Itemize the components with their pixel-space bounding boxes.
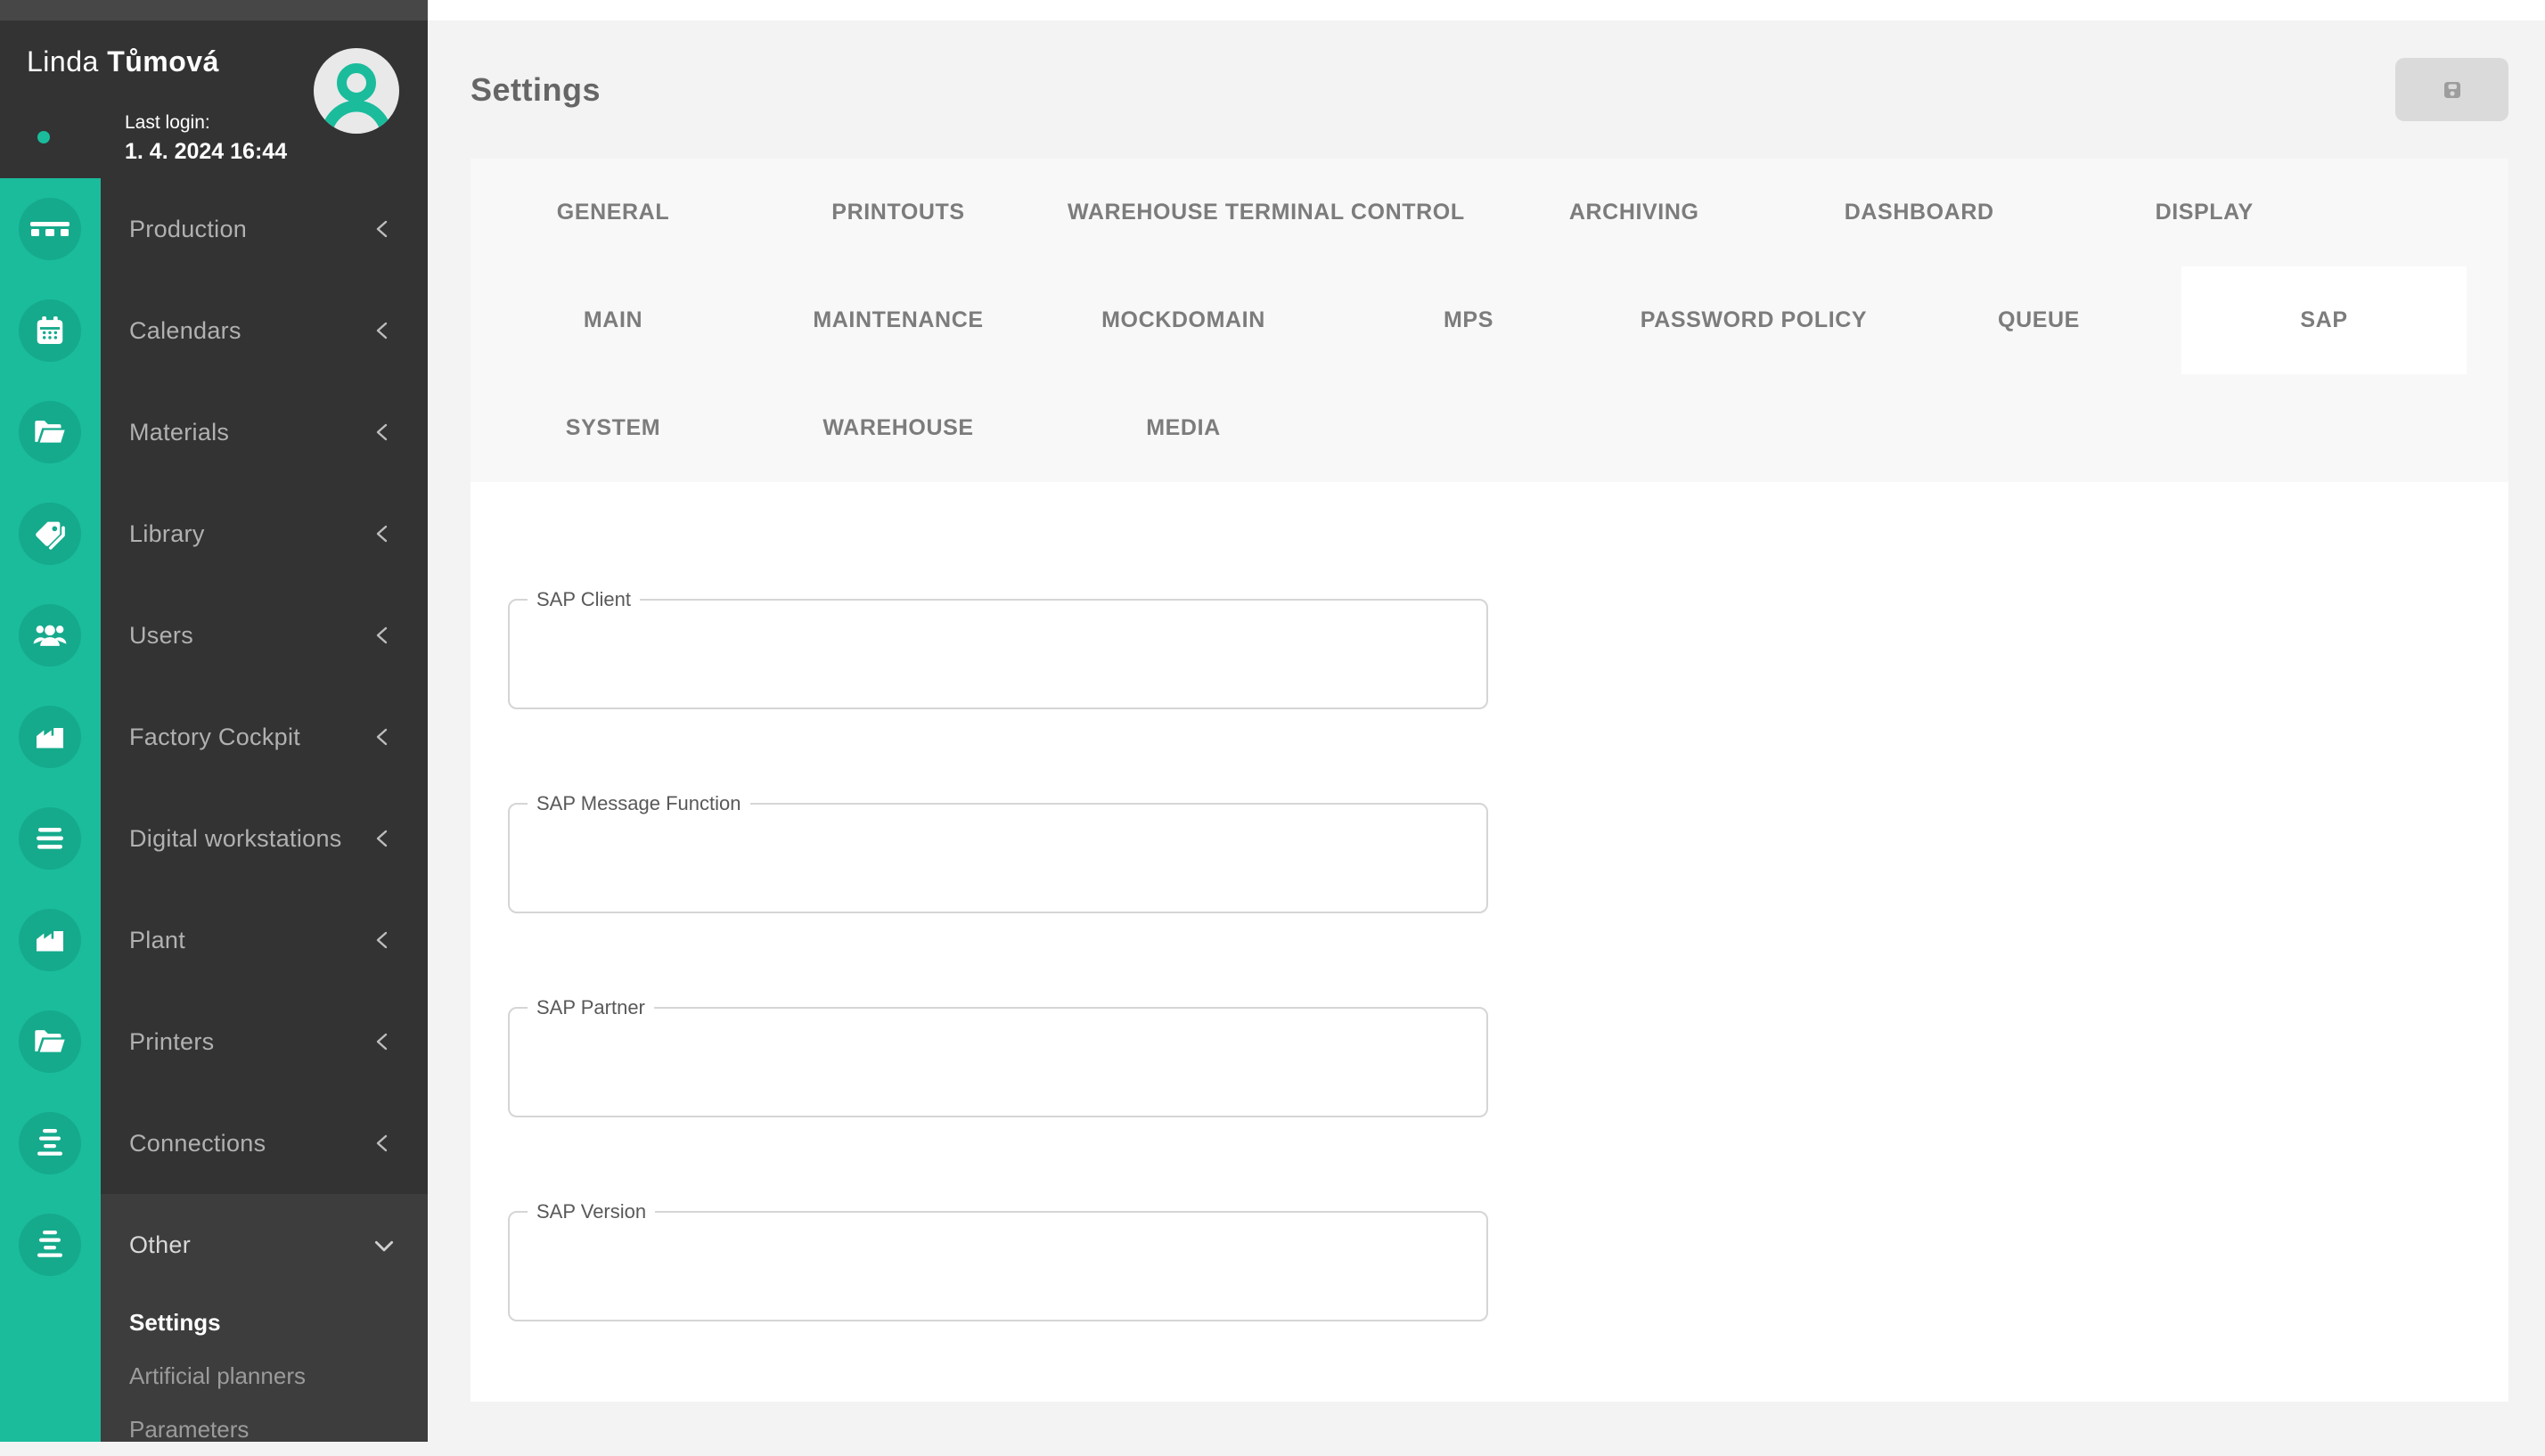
user-name: Linda Tůmová xyxy=(27,45,219,78)
chevron-left-icon xyxy=(372,523,394,544)
user-first-name: Linda xyxy=(27,45,99,78)
chevron-left-icon xyxy=(372,828,394,849)
tags-icon xyxy=(19,503,81,565)
factory-icon xyxy=(19,909,81,971)
user-header: Linda Tůmová Last login: 1. 4. 2024 16:4… xyxy=(0,20,428,178)
sidebar-item-factory-cockpit[interactable]: Factory Cockpit xyxy=(0,686,428,788)
sidebar-menu: ProductionCalendarsMaterialsLibraryUsers… xyxy=(0,178,428,1194)
avatar[interactable] xyxy=(314,48,399,134)
chevron-left-icon xyxy=(372,625,394,646)
sidebar-item-label: Plant xyxy=(129,889,185,991)
chevron-left-icon xyxy=(372,320,394,341)
sidebar-item-materials[interactable]: Materials xyxy=(0,381,428,483)
sidebar-item-label: Library xyxy=(129,483,205,585)
sidebar-item-label: Production xyxy=(129,178,247,280)
sidebar-item-plant[interactable]: Plant xyxy=(0,889,428,991)
sidebar-item-label: Connections xyxy=(129,1092,266,1194)
sidebar-item-library[interactable]: Library xyxy=(0,483,428,585)
status-indicator-icon xyxy=(37,131,50,143)
sidebar-item-other[interactable]: Other xyxy=(0,1194,428,1296)
sidebar-item-label: Printers xyxy=(129,991,214,1092)
page-title: Settings xyxy=(471,71,601,109)
tab-warehouse[interactable]: WAREHOUSE xyxy=(756,374,1041,482)
tab-printouts[interactable]: PRINTOUTS xyxy=(756,159,1041,266)
sidebar-item-label: Digital workstations xyxy=(129,788,342,889)
sidebar-item-production[interactable]: Production xyxy=(0,178,428,280)
last-login: Last login: 1. 4. 2024 16:44 xyxy=(125,110,287,167)
chevron-left-icon xyxy=(372,1133,394,1154)
sidebar-top-strip xyxy=(0,0,428,20)
tab-general[interactable]: GENERAL xyxy=(471,159,756,266)
last-login-value: 1. 4. 2024 16:44 xyxy=(125,136,287,167)
sidebar-item-label: Users xyxy=(129,585,193,686)
folder-open-icon xyxy=(19,401,81,463)
field-input-sap-partner[interactable] xyxy=(510,1009,1486,1116)
field-sap-client: SAP Client xyxy=(508,599,1488,709)
main-top-bar xyxy=(428,0,2545,20)
sidebar-item-label: Calendars xyxy=(129,280,241,381)
tab-system[interactable]: SYSTEM xyxy=(471,374,756,482)
sidebar-item-digital-workstations[interactable]: Digital workstations xyxy=(0,788,428,889)
factory-icon xyxy=(19,706,81,768)
tab-dashboard[interactable]: DASHBOARD xyxy=(1777,159,2062,266)
tab-mps[interactable]: MPS xyxy=(1326,266,1611,374)
field-input-sap-version[interactable] xyxy=(510,1213,1486,1320)
tab-maintenance[interactable]: MAINTENANCE xyxy=(756,266,1041,374)
lines-3-icon xyxy=(19,807,81,870)
main-content: Settings GENERALPRINTOUTSWAREHOUSE TERMI… xyxy=(428,0,2545,1442)
chevron-left-icon xyxy=(372,726,394,748)
folder-open-icon xyxy=(19,1010,81,1073)
chevron-left-icon xyxy=(372,1031,394,1052)
user-icon xyxy=(314,48,399,134)
chevron-down-icon xyxy=(372,1234,394,1256)
tab-warehouse-terminal-control[interactable]: WAREHOUSE TERMINAL CONTROL xyxy=(1041,159,1492,266)
sidebar-item-calendars[interactable]: Calendars xyxy=(0,280,428,381)
tab-archiving[interactable]: ARCHIVING xyxy=(1492,159,1777,266)
field-input-sap-client[interactable] xyxy=(510,601,1486,708)
user-last-name: Tůmová xyxy=(107,45,219,78)
tab-sap[interactable]: SAP xyxy=(2181,266,2467,374)
settings-tabs: GENERALPRINTOUTSWAREHOUSE TERMINAL CONTR… xyxy=(471,159,2508,482)
lines-4-icon xyxy=(19,1214,81,1276)
field-sap-message-function: SAP Message Function xyxy=(508,803,1488,913)
sidebar-item-printers[interactable]: Printers xyxy=(0,991,428,1092)
save-floppy-icon xyxy=(2442,79,2463,101)
tab-media[interactable]: MEDIA xyxy=(1041,374,1326,482)
field-sap-partner: SAP Partner xyxy=(508,1007,1488,1117)
calendar-icon xyxy=(19,299,81,362)
tab-password-policy[interactable]: PASSWORD POLICY xyxy=(1611,266,1896,374)
sidebar-item-label: Other xyxy=(129,1194,191,1296)
sidebar-subitem-artificial-planners[interactable]: Artificial planners xyxy=(0,1349,428,1403)
sidebar-subitem-settings[interactable]: Settings xyxy=(0,1296,428,1349)
tab-queue[interactable]: QUEUE xyxy=(1896,266,2181,374)
sidebar: Linda Tůmová Last login: 1. 4. 2024 16:4… xyxy=(0,0,428,1442)
field-input-sap-message-function[interactable] xyxy=(510,805,1486,912)
chevron-left-icon xyxy=(372,929,394,951)
pallet-icon xyxy=(19,198,81,260)
tab-display[interactable]: DISPLAY xyxy=(2062,159,2347,266)
field-sap-version: SAP Version xyxy=(508,1211,1488,1321)
sidebar-item-connections[interactable]: Connections xyxy=(0,1092,428,1194)
sidebar-other-section: OtherSettingsArtificial plannersParamete… xyxy=(0,1194,428,1442)
chevron-left-icon xyxy=(372,218,394,240)
lines-4-icon xyxy=(19,1112,81,1174)
users-icon xyxy=(19,604,81,667)
sidebar-item-label: Materials xyxy=(129,381,229,483)
chevron-left-icon xyxy=(372,421,394,443)
last-login-label: Last login: xyxy=(125,110,287,136)
sidebar-item-users[interactable]: Users xyxy=(0,585,428,686)
tab-main[interactable]: MAIN xyxy=(471,266,756,374)
settings-panel: SAP Client SAP Message Function SAP Partne… xyxy=(471,482,2508,1402)
sidebar-item-label: Factory Cockpit xyxy=(129,686,300,788)
save-button[interactable] xyxy=(2395,58,2508,121)
tab-mockdomain[interactable]: MOCKDOMAIN xyxy=(1041,266,1326,374)
page-header: Settings xyxy=(428,20,2545,159)
sidebar-subitem-parameters[interactable]: Parameters xyxy=(0,1403,428,1456)
